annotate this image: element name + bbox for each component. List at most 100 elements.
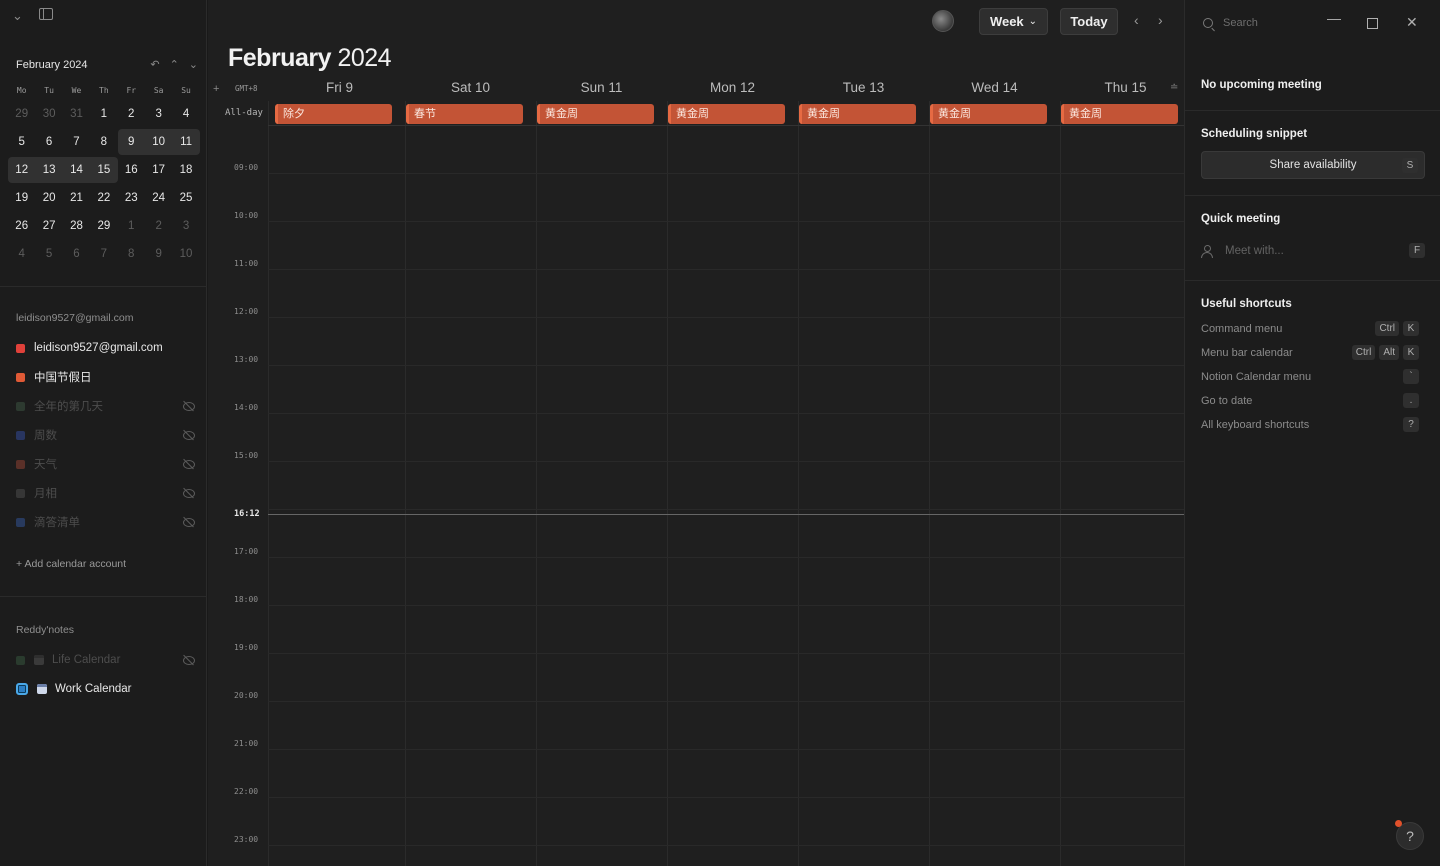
mini-day[interactable]: 9 (145, 241, 172, 267)
toggle-sidebar-icon[interactable] (38, 8, 53, 20)
mini-day[interactable]: 6 (63, 241, 90, 267)
mini-day[interactable]: 19 (8, 185, 35, 211)
day-header[interactable]: Mon 12 (667, 80, 798, 98)
meet-with-input[interactable]: Meet with... F (1201, 243, 1425, 258)
shortcut-row[interactable]: Notion Calendar menu ` (1201, 369, 1419, 384)
shortcut-row[interactable]: Menu bar calendar Ctrl Alt K (1201, 345, 1419, 360)
mini-day[interactable]: 17 (145, 157, 172, 183)
mini-day[interactable]: 25 (172, 185, 199, 211)
allday-event[interactable]: 黄金周 (1061, 104, 1178, 124)
mini-day[interactable]: 6 (35, 129, 62, 155)
mini-day[interactable]: 28 (63, 213, 90, 239)
mini-day[interactable]: 26 (8, 213, 35, 239)
minimize-icon[interactable]: — (1327, 10, 1341, 26)
day-header[interactable]: Sun 11 (536, 80, 667, 98)
calendar-checkbox[interactable] (16, 683, 28, 695)
search-field[interactable]: Search (1203, 17, 1258, 29)
calendar-item[interactable]: Work Calendar (16, 679, 196, 699)
mini-day[interactable]: 5 (8, 129, 35, 155)
allday-event[interactable]: 黄金周 (668, 104, 785, 124)
time-grid[interactable] (268, 101, 1184, 866)
mini-day[interactable]: 7 (63, 129, 90, 155)
shortcut-row[interactable]: All keyboard shortcuts ? (1201, 417, 1419, 432)
allday-event[interactable]: 黄金周 (930, 104, 1047, 124)
calendar-item-hidden[interactable]: 天气 (16, 454, 196, 474)
today-button[interactable]: Today (1060, 8, 1118, 35)
mini-day[interactable]: 5 (35, 241, 62, 267)
mini-day[interactable]: 18 (172, 157, 199, 183)
chevron-down-icon[interactable]: ⌄ (189, 58, 198, 71)
mini-day-selected[interactable]: 11 (172, 129, 200, 155)
calendar-item-hidden[interactable]: Life Calendar (16, 650, 196, 670)
calendar-item[interactable]: leidison9527@gmail.com (16, 338, 196, 358)
mini-day[interactable]: 8 (90, 129, 117, 155)
eye-off-icon[interactable] (182, 517, 196, 527)
day-header[interactable]: Sat 10 (405, 80, 536, 98)
mini-day[interactable]: 4 (172, 101, 199, 127)
mini-day[interactable]: 29 (90, 213, 117, 239)
maximize-icon[interactable] (1367, 18, 1378, 29)
mini-day[interactable]: 21 (63, 185, 90, 211)
mini-day[interactable]: 2 (145, 213, 172, 239)
allday-event[interactable]: 除夕 (275, 104, 392, 124)
shortcut-row[interactable]: Go to date . (1201, 393, 1419, 408)
chevron-up-icon[interactable]: ⌃ (170, 58, 179, 71)
eye-off-icon[interactable] (182, 488, 196, 498)
mini-day[interactable]: 2 (118, 101, 145, 127)
mini-day[interactable]: 24 (145, 185, 172, 211)
mini-day-selected[interactable]: 15 (90, 157, 118, 183)
mini-day[interactable]: 29 (8, 101, 35, 127)
mini-day[interactable]: 1 (90, 101, 117, 127)
avatar[interactable] (932, 10, 954, 32)
day-header[interactable]: Tue 13 (798, 80, 929, 98)
mini-day[interactable]: 7 (90, 241, 117, 267)
mini-day[interactable]: 20 (35, 185, 62, 211)
hour-line (268, 365, 1184, 366)
mini-day-selected[interactable]: 10 (144, 129, 173, 155)
calendar-item-hidden[interactable]: 周数 (16, 425, 196, 445)
eye-off-icon[interactable] (182, 430, 196, 440)
mini-day-selected[interactable]: 12 (8, 157, 36, 183)
calendar-item-hidden[interactable]: 滴答清单 (16, 512, 196, 532)
day-header[interactable]: Wed 14 (929, 80, 1060, 98)
mini-day[interactable]: 23 (118, 185, 145, 211)
mini-day[interactable]: 27 (35, 213, 62, 239)
calendar-item-hidden[interactable]: 月相 (16, 483, 196, 503)
calendar-item[interactable]: 中国节假日 (16, 367, 196, 387)
allday-event[interactable]: 黄金周 (537, 104, 654, 124)
mini-day[interactable]: 22 (90, 185, 117, 211)
mini-day[interactable]: 4 (8, 241, 35, 267)
mini-day[interactable]: 31 (63, 101, 90, 127)
undo-icon[interactable]: ↶ (150, 58, 159, 71)
share-availability-button[interactable]: Share availability S (1201, 151, 1425, 179)
mini-day[interactable]: 16 (118, 157, 145, 183)
eye-off-icon[interactable] (182, 655, 196, 665)
eye-off-icon[interactable] (182, 401, 196, 411)
mini-day[interactable]: 3 (172, 213, 199, 239)
mini-day[interactable]: 30 (35, 101, 62, 127)
add-calendar-account-button[interactable]: + Add calendar account (16, 558, 126, 570)
plus-icon[interactable]: + (213, 83, 219, 95)
mini-day[interactable]: 10 (172, 241, 199, 267)
shortcut-row[interactable]: Command menu Ctrl K (1201, 321, 1419, 336)
timezone-label[interactable]: GMT+8 (235, 84, 258, 93)
hour-line (268, 749, 1184, 750)
chevron-left-icon[interactable]: ‹ (1134, 12, 1139, 28)
chevron-right-icon[interactable]: › (1158, 12, 1163, 28)
title-year: 2024 (337, 44, 392, 72)
day-header[interactable]: Thu 15 (1060, 80, 1191, 98)
view-select-button[interactable]: Week ⌄ (979, 8, 1048, 35)
allday-event[interactable]: 春节 (406, 104, 523, 124)
mini-day[interactable]: 1 (118, 213, 145, 239)
calendar-item-hidden[interactable]: 全年的第几天 (16, 396, 196, 416)
allday-event[interactable]: 黄金周 (799, 104, 916, 124)
mini-day-selected[interactable]: 9 (117, 129, 145, 155)
mini-day[interactable]: 8 (118, 241, 145, 267)
chevron-down-icon[interactable]: ⌄ (12, 8, 23, 24)
mini-day[interactable]: 3 (145, 101, 172, 127)
day-header[interactable]: Fri 9 (274, 80, 405, 98)
eye-off-icon[interactable] (182, 459, 196, 469)
mini-day-selected[interactable]: 14 (62, 157, 91, 183)
mini-day-selected[interactable]: 13 (35, 157, 63, 183)
close-icon[interactable]: ✕ (1406, 14, 1418, 31)
